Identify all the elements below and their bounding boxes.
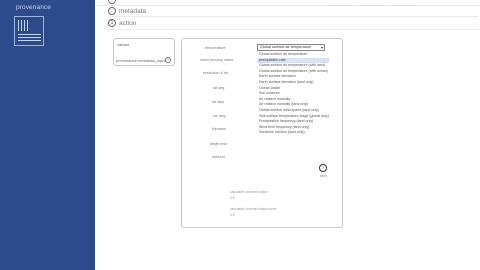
field-label: filename xyxy=(212,127,227,131)
select-option[interactable]: Global surface wind speed (land only) xyxy=(257,108,329,114)
output-note: 0.5 xyxy=(230,213,235,217)
variable-options-list: Global surface air temperature precipita… xyxy=(257,52,329,136)
field-label: lat step xyxy=(212,100,225,104)
variable-select[interactable]: Global surface air temperature ▾ xyxy=(257,44,325,51)
select-option[interactable]: Sunshine fraction (land only) xyxy=(257,130,329,136)
logo xyxy=(14,16,44,46)
breadcrumb-label: action xyxy=(119,19,137,27)
select-value: Global surface air temperature xyxy=(260,45,312,49)
breadcrumb-metadata[interactable]: ← metadata xyxy=(108,6,146,16)
breadcrumb-action[interactable]: 1 action xyxy=(108,18,136,28)
breadcrumb-label: metadata xyxy=(119,7,147,15)
output-note: calculated channel output xyxy=(230,190,268,194)
top-dots: ··· ··· ··· xyxy=(335,0,416,5)
top-strip: ··· ··· ··· xyxy=(95,0,480,6)
next-label: next xyxy=(320,174,327,178)
home-icon[interactable] xyxy=(108,0,116,4)
field-label: depth end xyxy=(210,142,227,146)
brand-name: provenance xyxy=(16,4,51,11)
back-arrow-icon: ← xyxy=(108,7,116,15)
select-option[interactable]: Global surface air temperature (with lan… xyxy=(257,63,329,69)
add-icon[interactable]: + xyxy=(165,57,171,63)
variant-title: variant xyxy=(117,42,130,47)
step-icon: 1 xyxy=(108,19,116,27)
field-label: lower primary name xyxy=(200,58,234,62)
field-label: resolution & dir xyxy=(203,71,229,75)
variant-panel: variant provenance:metadata_input + xyxy=(113,38,175,66)
variant-item[interactable]: provenance:metadata_input xyxy=(116,58,166,63)
output-note: 0.5 xyxy=(230,196,235,200)
output-note: calculated channel output name xyxy=(230,207,277,211)
sidebar: provenance xyxy=(0,0,95,270)
divider xyxy=(108,29,478,30)
field-label: lon deg xyxy=(213,114,226,118)
field-label: method xyxy=(212,155,225,159)
field-label: lat deg xyxy=(213,86,225,90)
chevron-down-icon: ▾ xyxy=(320,45,323,50)
field-label: temperature xyxy=(205,46,226,50)
next-button[interactable]: › xyxy=(319,164,327,172)
main-area: ··· ··· ··· ← metadata 1 action variant … xyxy=(95,0,480,270)
divider xyxy=(108,16,478,17)
